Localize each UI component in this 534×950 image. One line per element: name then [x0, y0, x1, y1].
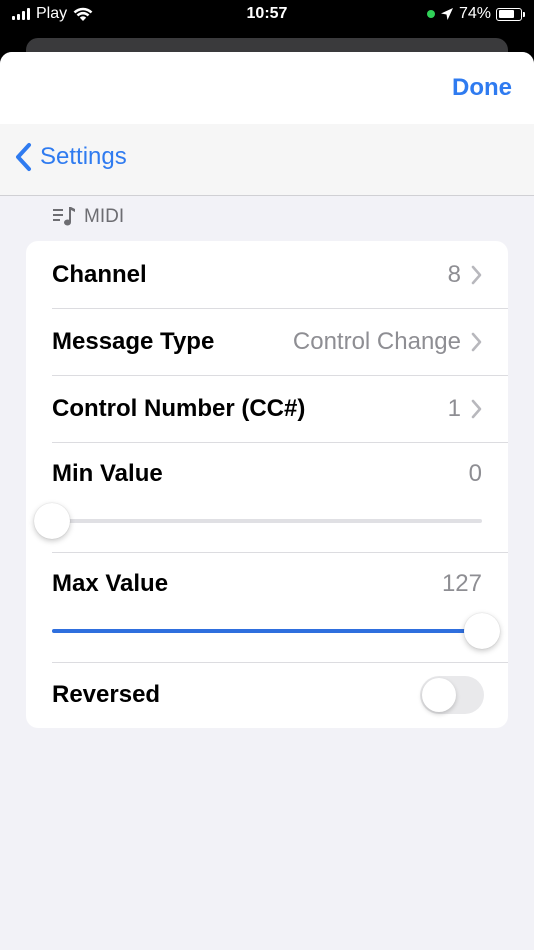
chevron-right-icon [471, 399, 482, 418]
location-arrow-icon [440, 8, 453, 20]
done-button[interactable]: Done [452, 74, 512, 102]
modal-sheet: Done Settings MIDI Channel 8 Message Typ… [0, 52, 534, 950]
channel-label: Channel [52, 260, 147, 288]
navigation-bar: Settings [0, 124, 534, 196]
max-value-slider-fill [52, 629, 482, 633]
control-number-value: 1 [447, 394, 461, 422]
message-type-value: Control Change [292, 327, 461, 355]
status-bar: Play 10:57 74% [0, 0, 534, 30]
min-value-readout: 0 [468, 460, 482, 487]
reversed-row: Reversed [26, 662, 508, 728]
status-right: 74% [426, 5, 525, 23]
music-list-icon [53, 207, 75, 226]
message-type-row[interactable]: Message Type Control Change [26, 308, 508, 375]
min-value-row: Min Value 0 [26, 442, 508, 552]
back-button[interactable]: Settings [14, 142, 127, 172]
chevron-left-icon [16, 143, 31, 171]
back-button-label: Settings [40, 143, 127, 170]
message-type-label: Message Type [52, 327, 215, 355]
reversed-label: Reversed [52, 681, 161, 708]
control-number-row[interactable]: Control Number (CC#) 1 [26, 375, 508, 442]
channel-value: 8 [447, 260, 461, 288]
min-value-label: Min Value [52, 460, 163, 487]
chevron-right-icon [471, 265, 482, 284]
battery-icon [496, 7, 525, 21]
max-value-row: Max Value 127 [26, 552, 508, 662]
section-title: MIDI [84, 206, 125, 227]
max-value-slider[interactable] [52, 613, 500, 649]
reversed-toggle-knob [422, 678, 456, 712]
control-number-label: Control Number (CC#) [52, 394, 306, 422]
channel-row[interactable]: Channel 8 [26, 241, 508, 308]
section-header: MIDI [52, 206, 124, 228]
chevron-right-icon [471, 332, 482, 351]
battery-fill [498, 10, 515, 18]
max-value-slider-thumb[interactable] [464, 613, 500, 649]
max-value-readout: 127 [441, 570, 482, 597]
max-value-label: Max Value [52, 570, 169, 597]
min-value-slider-thumb[interactable] [34, 503, 70, 539]
sheet-header: Done [0, 52, 534, 124]
battery-percent: 74% [458, 5, 491, 22]
reversed-toggle[interactable] [420, 676, 484, 714]
min-value-slider[interactable] [34, 503, 482, 539]
privacy-indicator-dot [426, 10, 435, 18]
midi-settings-list: Channel 8 Message Type Control Change Co… [26, 241, 508, 728]
